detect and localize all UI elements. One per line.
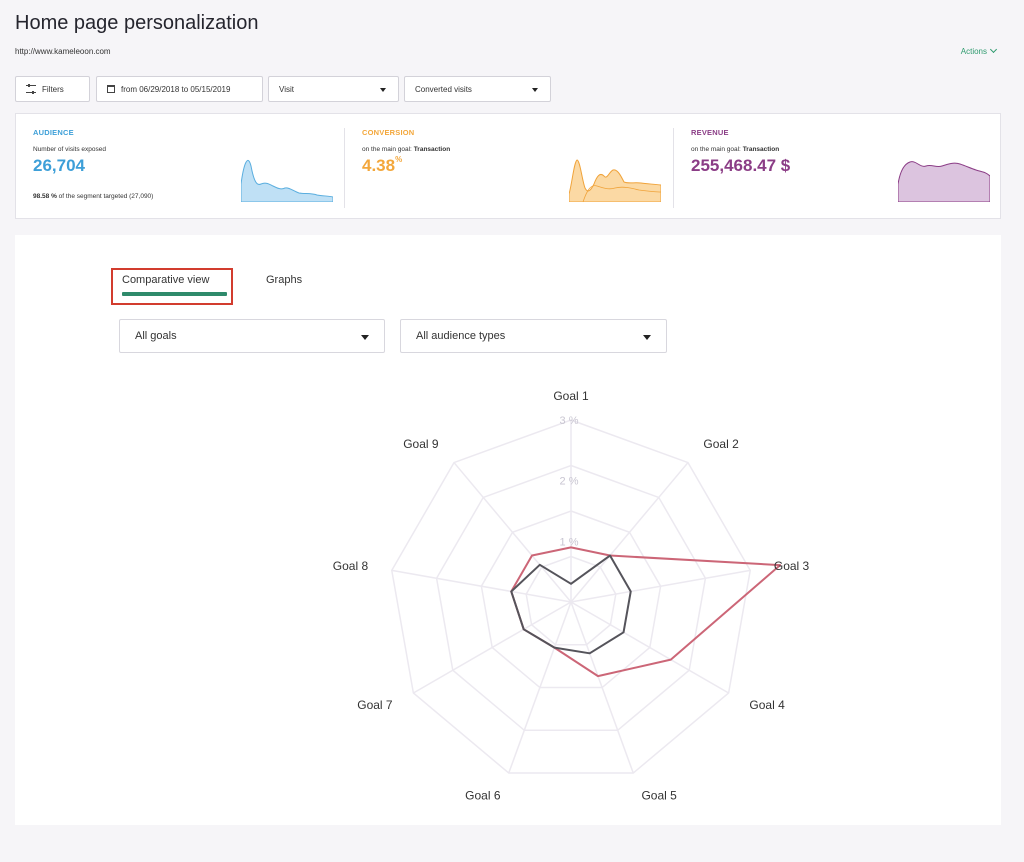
tab-graphs[interactable]: Graphs — [266, 274, 302, 286]
radar-axis-label: Goal 7 — [357, 698, 393, 712]
conversion-subtitle-prefix: on the main goal: — [362, 146, 414, 153]
kpi-conversion: CONVERSION on the main goal: Transaction… — [345, 114, 673, 218]
revenue-subtitle-prefix: on the main goal: — [691, 146, 743, 153]
conversion-number: 4.38 — [362, 156, 396, 175]
date-range-button[interactable]: from 06/29/2018 to 05/15/2019 — [96, 76, 263, 102]
converted-select-value: Converted visits — [415, 84, 472, 94]
revenue-subtitle: on the main goal: Transaction — [691, 146, 779, 153]
conversion-unit: % — [395, 155, 403, 164]
radar-tick-label: 2 % — [560, 476, 579, 488]
site-url: http://www.kameleoon.com — [15, 47, 111, 56]
filters-label: Filters — [42, 84, 64, 94]
radar-tick-label: 1 % — [560, 536, 579, 548]
radar-spoke — [570, 601, 729, 694]
actions-label: Actions — [960, 47, 987, 56]
radar-spoke — [413, 601, 572, 694]
goals-select[interactable]: All goals — [119, 319, 385, 353]
audience-subtitle: Number of visits exposed — [33, 146, 106, 153]
radar-spoke — [570, 569, 751, 603]
radar-axis-label: Goal 2 — [703, 437, 739, 451]
audience-types-select[interactable]: All audience types — [400, 319, 667, 353]
radar-axis-label: Goal 9 — [403, 437, 439, 451]
radar-axis-label: Goal 5 — [641, 789, 677, 800]
audience-select-value: All audience types — [416, 330, 506, 342]
conversion-sparkline — [569, 159, 661, 202]
conversion-label: CONVERSION — [362, 128, 415, 137]
date-range-label: from 06/29/2018 to 05/15/2019 — [121, 84, 231, 94]
filters-button[interactable]: Filters — [15, 76, 90, 102]
radar-axis-label: Goal 1 — [553, 389, 589, 403]
audience-label: AUDIENCE — [33, 128, 74, 137]
radar-axis-label: Goal 8 — [333, 559, 369, 573]
visit-select[interactable]: Visit — [268, 76, 399, 102]
radar-spoke — [453, 462, 572, 603]
radar-axis-label: Goal 4 — [749, 698, 785, 712]
kpi-summary-card: AUDIENCE Number of visits exposed 26,704… — [15, 113, 1001, 219]
kpi-audience: AUDIENCE Number of visits exposed 26,704… — [16, 114, 344, 218]
tab-comparative-view[interactable]: Comparative view — [122, 274, 209, 286]
calendar-icon — [107, 85, 115, 93]
caret-down-icon — [643, 335, 651, 340]
results-panel: Comparative view Graphs All goals All au… — [15, 235, 1001, 825]
radar-spoke — [391, 569, 572, 603]
audience-value: 26,704 — [33, 156, 85, 175]
caret-down-icon — [380, 88, 386, 92]
revenue-subtitle-goal: Transaction — [742, 146, 780, 153]
revenue-label: REVENUE — [691, 128, 729, 137]
caret-down-icon — [361, 335, 369, 340]
converted-visits-select[interactable]: Converted visits — [404, 76, 551, 102]
visit-select-value: Visit — [279, 84, 294, 94]
radar-spoke — [570, 462, 689, 603]
revenue-value: 255,468.47 $ — [691, 156, 791, 175]
conversion-subtitle: on the main goal: Transaction — [362, 146, 450, 153]
audience-footer-pct: 98.58 % — [33, 193, 57, 200]
filter-sliders-icon — [26, 84, 36, 94]
tab-active-underline — [122, 292, 227, 296]
page-title: Home page personalization — [15, 12, 259, 34]
caret-down-icon — [532, 88, 538, 92]
chevron-down-icon — [989, 45, 998, 54]
radar-axis-label: Goal 3 — [774, 559, 810, 573]
goals-select-value: All goals — [135, 330, 177, 342]
audience-footer-text: of the segment targeted (27,090) — [56, 193, 154, 200]
audience-sparkline — [241, 160, 333, 202]
conversion-value: 4.38% — [362, 155, 403, 176]
goals-radar-chart: 1 % 2 % 3 % Goal 1 Goal 2 Goal 3 Goal 4 Goal 5 G… — [333, 389, 810, 800]
actions-menu[interactable]: Actions — [960, 45, 998, 56]
audience-footer: 98.58 % of the segment targeted (27,090) — [33, 193, 153, 200]
radar-tick-label: 3 % — [560, 415, 579, 427]
conversion-subtitle-goal: Transaction — [413, 146, 451, 153]
revenue-sparkline — [898, 161, 990, 202]
kpi-revenue: REVENUE on the main goal: Transaction 25… — [674, 114, 1000, 218]
radar-axis-label: Goal 6 — [465, 789, 501, 800]
